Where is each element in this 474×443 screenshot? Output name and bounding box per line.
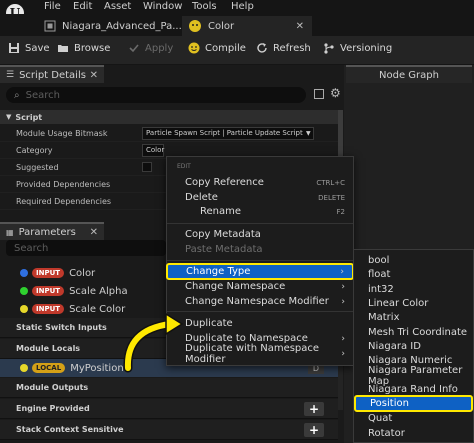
parameters-icon: ▦ xyxy=(6,227,14,237)
tab-color[interactable]: Color ✕ xyxy=(182,16,312,36)
menu-item-change-namespace[interactable]: Change Namespace › xyxy=(167,279,353,294)
annotation-arrow-icon xyxy=(123,312,184,373)
param-row-scale-alpha[interactable]: INPUT Scale Alpha xyxy=(0,282,128,300)
refresh-icon xyxy=(256,42,268,54)
parameters-search-input[interactable]: Search xyxy=(6,240,166,256)
chevron-down-icon: ▼ xyxy=(6,113,12,121)
prop-row-module-usage: Module Usage Bitmask Particle Spawn Scri… xyxy=(0,125,338,142)
close-panel-icon[interactable]: ✕ xyxy=(90,227,98,238)
script-details-search-input[interactable]: ⌕ Search xyxy=(6,87,306,103)
details-icon: ☰ xyxy=(6,70,15,80)
compile-icon xyxy=(188,42,200,54)
search-icon: ⌕ xyxy=(14,89,20,101)
section-module-outputs[interactable]: Module Outputs xyxy=(0,378,338,398)
apply-button[interactable]: Apply xyxy=(128,42,173,54)
submenu-arrow-icon: › xyxy=(341,281,345,292)
section-engine-provided[interactable]: Engine Provided + xyxy=(0,399,338,419)
tab-niagara-advanced[interactable]: Niagara_Advanced_Pa... xyxy=(38,16,182,36)
type-option-linear-color[interactable]: Linear Color xyxy=(354,296,473,311)
menu-tools[interactable]: Tools xyxy=(192,1,217,12)
add-stack-context-button[interactable]: + xyxy=(304,422,324,437)
menu-edit[interactable]: Edit xyxy=(73,1,92,12)
browse-button[interactable]: Browse xyxy=(57,42,110,54)
section-stack-context-sensitive[interactable]: Stack Context Sensitive + xyxy=(0,420,338,440)
menu-separator xyxy=(167,311,353,312)
submenu-arrow-icon: › xyxy=(341,348,345,359)
context-menu: EDIT Copy Reference CTRL+C Delete DELETE… xyxy=(166,156,354,366)
suggested-checkbox[interactable] xyxy=(142,162,152,172)
type-option-position[interactable]: Position xyxy=(354,395,473,412)
module-usage-dropdown[interactable]: Particle Spawn Script | Particle Update … xyxy=(142,126,314,140)
change-type-submenu: bool float int32 Linear Color Matrix Mes… xyxy=(353,249,474,443)
versioning-button[interactable]: Versioning xyxy=(323,42,392,54)
compile-button[interactable]: Compile xyxy=(188,42,246,54)
float-type-dot-icon xyxy=(20,287,28,295)
menu-item-rename[interactable]: Rename F2 xyxy=(167,204,353,219)
type-option-int32[interactable]: int32 xyxy=(354,282,473,297)
save-icon xyxy=(8,42,20,54)
save-button[interactable]: Save xyxy=(8,42,50,54)
niagara-script-icon xyxy=(188,19,202,33)
menu-item-duplicate[interactable]: Duplicate xyxy=(167,316,353,331)
submenu-arrow-icon: › xyxy=(341,296,345,307)
type-option-niagara-parameter-map[interactable]: Niagara Parameter Map xyxy=(354,365,473,387)
menu-item-paste-metadata[interactable]: Paste Metadata xyxy=(167,242,353,257)
position-type-dot-icon xyxy=(20,364,28,372)
submenu-arrow-icon: › xyxy=(340,266,344,277)
menu-item-change-namespace-modifier[interactable]: Change Namespace Modifier › xyxy=(167,294,353,309)
menu-item-copy-metadata[interactable]: Copy Metadata xyxy=(167,227,353,242)
type-option-quat[interactable]: Quat xyxy=(354,411,473,426)
menu-separator xyxy=(167,260,353,261)
add-engine-provided-button[interactable]: + xyxy=(304,401,324,416)
menu-window[interactable]: Window xyxy=(143,1,182,12)
close-tab-icon[interactable]: ✕ xyxy=(296,21,304,32)
tab-parameters[interactable]: ▦ Parameters ✕ xyxy=(0,222,104,240)
vector-type-dot-icon xyxy=(20,269,28,277)
type-option-rotator[interactable]: Rotator xyxy=(354,426,473,441)
type-option-matrix[interactable]: Matrix xyxy=(354,310,473,325)
param-row-color[interactable]: INPUT Color xyxy=(0,264,95,282)
menu-help[interactable]: Help xyxy=(231,1,254,12)
tab-script-details[interactable]: ☰ Script Details ✕ xyxy=(0,65,104,83)
menu-asset[interactable]: Asset xyxy=(104,1,131,12)
section-edit-label: EDIT xyxy=(177,163,191,170)
category-script[interactable]: ▼ Script xyxy=(0,110,338,124)
type-option-mesh-tri-coordinate[interactable]: Mesh Tri Coordinate xyxy=(354,325,473,340)
category-field[interactable]: Color xyxy=(142,143,164,157)
param-row-scale-color[interactable]: INPUT Scale Color xyxy=(0,300,125,318)
tab-label: Color xyxy=(208,20,235,32)
chevron-down-icon: ▼ xyxy=(306,129,311,137)
menu-item-delete[interactable]: Delete DELETE xyxy=(167,190,353,205)
type-option-bool[interactable]: bool xyxy=(354,253,473,268)
menu-item-change-type[interactable]: Change Type › xyxy=(166,263,354,280)
apply-icon xyxy=(128,42,140,54)
menu-separator xyxy=(167,223,353,224)
vector-type-dot-icon xyxy=(20,305,28,313)
tab-label: Niagara_Advanced_Pa... xyxy=(62,20,182,32)
versioning-icon xyxy=(323,42,335,54)
menu-item-duplicate-with-namespace-modifier[interactable]: Duplicate with Namespace Modifier › xyxy=(167,343,353,365)
niagara-system-icon xyxy=(44,20,56,32)
menu-file[interactable]: File xyxy=(44,1,61,12)
refresh-button[interactable]: Refresh xyxy=(256,42,311,54)
type-option-float[interactable]: float xyxy=(354,267,473,282)
menu-item-copy-reference[interactable]: Copy Reference CTRL+C xyxy=(167,175,353,190)
settings-gear-icon[interactable]: ⚙ xyxy=(330,86,341,100)
folder-icon xyxy=(57,42,69,54)
type-option-niagara-id[interactable]: Niagara ID xyxy=(354,339,473,354)
tab-node-graph[interactable]: Node Graph xyxy=(346,65,472,83)
table-view-icon[interactable] xyxy=(314,89,324,99)
close-panel-icon[interactable]: ✕ xyxy=(90,70,98,81)
